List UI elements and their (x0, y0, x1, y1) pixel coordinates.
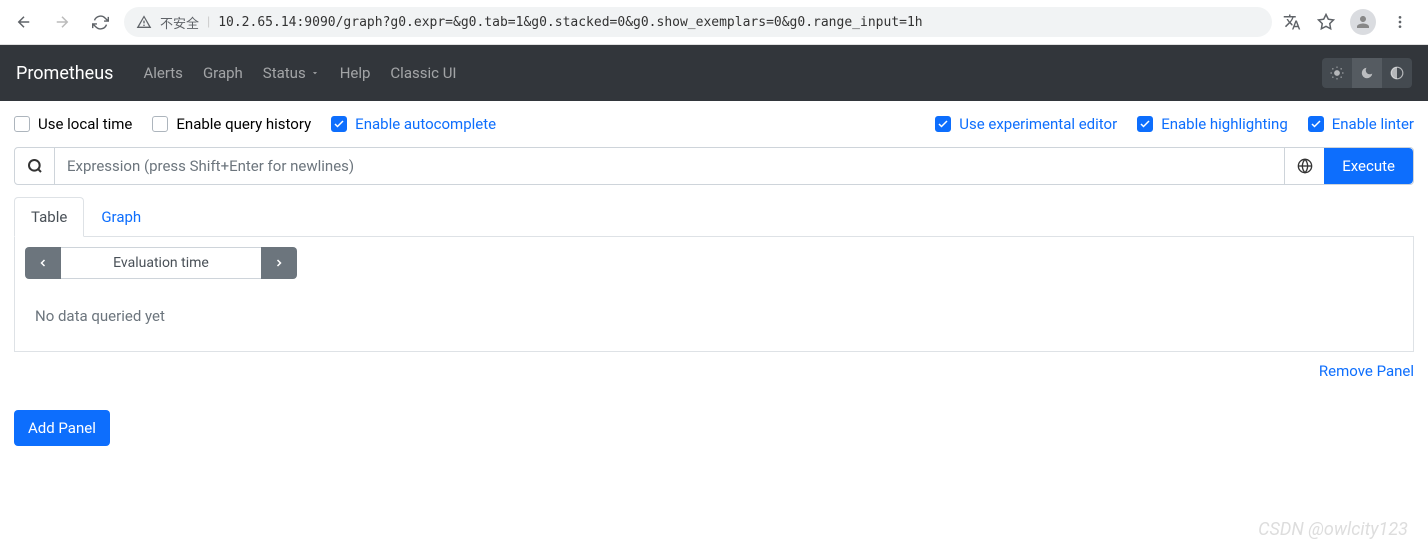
warning-icon (136, 14, 152, 30)
eval-prev-button[interactable] (25, 247, 61, 279)
expression-bar: Execute (14, 147, 1414, 185)
reload-button[interactable] (86, 8, 114, 36)
content: Use local time Enable query history Enab… (0, 101, 1428, 460)
chevron-down-icon (310, 68, 320, 78)
checkbox (331, 116, 347, 132)
profile-avatar[interactable] (1350, 9, 1376, 35)
url-bar[interactable]: 不安全 | 10.2.65.14:9090/graph?g0.expr=&g0.… (124, 7, 1272, 37)
checkbox (935, 116, 951, 132)
back-button[interactable] (10, 8, 38, 36)
checkbox (1137, 116, 1153, 132)
theme-dark[interactable] (1352, 58, 1382, 88)
options-row: Use local time Enable query history Enab… (14, 115, 1414, 133)
option-highlighting[interactable]: Enable highlighting (1137, 115, 1288, 133)
insecure-label: 不安全 (160, 13, 199, 32)
eval-time-row: Evaluation time (25, 247, 1403, 279)
tabs: Table Graph (14, 197, 1414, 237)
search-icon[interactable] (15, 148, 55, 184)
option-autocomplete[interactable]: Enable autocomplete (331, 115, 496, 133)
theme-toggle (1322, 58, 1412, 88)
brand[interactable]: Prometheus (16, 63, 113, 84)
option-linter[interactable]: Enable linter (1308, 115, 1414, 133)
theme-auto[interactable] (1382, 58, 1412, 88)
expression-input[interactable] (55, 148, 1284, 184)
nav-graph[interactable]: Graph (193, 64, 253, 82)
add-panel-button[interactable]: Add Panel (14, 410, 110, 446)
browser-toolbar: 不安全 | 10.2.65.14:9090/graph?g0.expr=&g0.… (0, 0, 1428, 45)
option-experimental[interactable]: Use experimental editor (935, 115, 1117, 133)
option-local-time[interactable]: Use local time (14, 115, 132, 133)
menu-icon[interactable] (1390, 12, 1410, 32)
watermark: CSDN @owlcity123 (1258, 519, 1408, 540)
globe-icon[interactable] (1284, 148, 1324, 184)
url-text: 10.2.65.14:9090/graph?g0.expr=&g0.tab=1&… (218, 15, 922, 30)
tab-graph[interactable]: Graph (84, 197, 158, 237)
nav-status[interactable]: Status (253, 64, 330, 82)
no-data-message: No data queried yet (25, 299, 1403, 341)
eval-time-label[interactable]: Evaluation time (61, 247, 261, 279)
star-icon[interactable] (1316, 12, 1336, 32)
nav-alerts[interactable]: Alerts (133, 64, 193, 82)
execute-button[interactable]: Execute (1324, 148, 1413, 184)
navbar: Prometheus Alerts Graph Status Help Clas… (0, 45, 1428, 101)
remove-panel-link[interactable]: Remove Panel (14, 362, 1414, 380)
eval-next-button[interactable] (261, 247, 297, 279)
theme-light[interactable] (1322, 58, 1352, 88)
nav-classic[interactable]: Classic UI (380, 64, 466, 82)
checkbox (152, 116, 168, 132)
checkbox (1308, 116, 1324, 132)
checkbox (14, 116, 30, 132)
translate-icon[interactable] (1282, 12, 1302, 32)
panel-body: Evaluation time No data queried yet (14, 237, 1414, 352)
nav-help[interactable]: Help (330, 64, 381, 82)
tab-table[interactable]: Table (14, 197, 84, 237)
option-query-history[interactable]: Enable query history (152, 115, 311, 133)
forward-button[interactable] (48, 8, 76, 36)
